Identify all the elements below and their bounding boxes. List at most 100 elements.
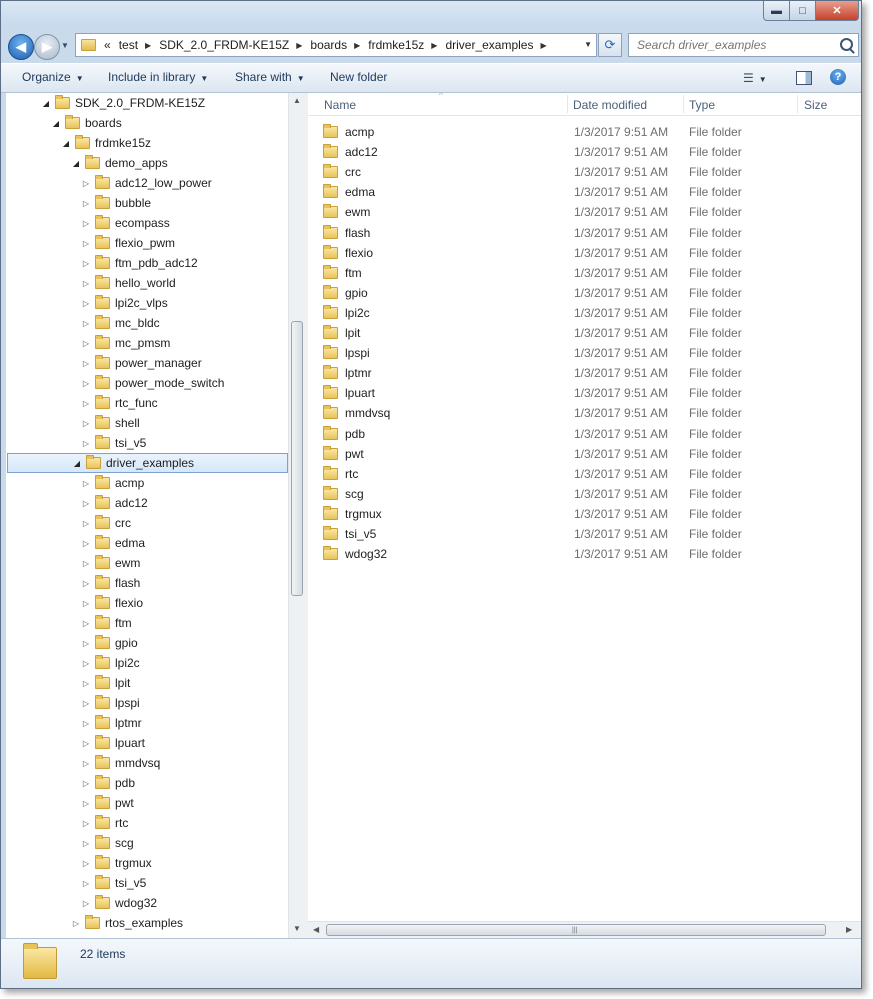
tree-item[interactable]: ▷ rtos_examples bbox=[71, 913, 183, 933]
tree-item[interactable]: ▷ lptmr bbox=[81, 713, 142, 733]
tree-item[interactable]: ▷ ftm bbox=[81, 613, 132, 633]
collapsed-triangle-icon[interactable]: ▷ bbox=[81, 199, 91, 208]
column-divider[interactable] bbox=[797, 95, 798, 113]
tree-item[interactable]: ▷ lpi2c_vlps bbox=[81, 293, 168, 313]
collapsed-triangle-icon[interactable]: ▷ bbox=[81, 659, 91, 668]
breadcrumb-sdk[interactable]: SDK_2.0_FRDM-KE15Z bbox=[159, 38, 289, 52]
column-divider[interactable] bbox=[567, 95, 568, 113]
help-button[interactable]: ? bbox=[830, 69, 846, 85]
address-dropdown-icon[interactable]: ▼ bbox=[584, 40, 592, 49]
tree-item[interactable]: ▷ ftm_pdb_adc12 bbox=[81, 253, 198, 273]
collapsed-triangle-icon[interactable]: ▷ bbox=[81, 379, 91, 388]
collapsed-triangle-icon[interactable]: ▷ bbox=[81, 859, 91, 868]
tree-item[interactable]: ▷ lpspi bbox=[81, 693, 140, 713]
share-with-button[interactable]: Share with ▼ bbox=[235, 70, 305, 84]
file-row[interactable]: wdog32 1/3/2017 9:51 AM File folder bbox=[308, 544, 861, 564]
collapsed-triangle-icon[interactable]: ▷ bbox=[81, 759, 91, 768]
collapsed-triangle-icon[interactable]: ▷ bbox=[81, 339, 91, 348]
tree-item[interactable]: ▷ mc_pmsm bbox=[81, 333, 170, 353]
file-row[interactable]: lpuart 1/3/2017 9:51 AM File folder bbox=[308, 383, 861, 403]
collapsed-triangle-icon[interactable]: ▷ bbox=[81, 399, 91, 408]
file-row[interactable]: scg 1/3/2017 9:51 AM File folder bbox=[308, 484, 861, 504]
file-row[interactable]: pdb 1/3/2017 9:51 AM File folder bbox=[308, 424, 861, 444]
column-header-date-modified[interactable]: Date modified bbox=[573, 98, 647, 112]
breadcrumb-frdmke15z[interactable]: frdmke15z bbox=[368, 38, 424, 52]
expanded-triangle-icon[interactable]: ◢ bbox=[51, 119, 61, 128]
scroll-down-icon[interactable]: ▼ bbox=[293, 924, 301, 933]
file-list-horizontal-scrollbar[interactable]: ◀ ||| ▶ bbox=[308, 921, 861, 939]
expanded-triangle-icon[interactable]: ◢ bbox=[72, 459, 82, 468]
file-row[interactable]: lpspi 1/3/2017 9:51 AM File folder bbox=[308, 343, 861, 363]
minimize-button[interactable]: ▬ bbox=[763, 1, 790, 21]
breadcrumb-separator-icon[interactable]: ▶ bbox=[296, 41, 302, 50]
tree-item[interactable]: ▷ rtc_func bbox=[81, 393, 158, 413]
collapsed-triangle-icon[interactable]: ▷ bbox=[81, 279, 91, 288]
tree-item[interactable]: ▷ power_manager bbox=[81, 353, 202, 373]
file-row[interactable]: adc12 1/3/2017 9:51 AM File folder bbox=[308, 142, 861, 162]
tree-item[interactable]: ▷ lpuart bbox=[81, 733, 145, 753]
file-row[interactable]: acmp 1/3/2017 9:51 AM File folder bbox=[308, 122, 861, 142]
collapsed-triangle-icon[interactable]: ▷ bbox=[81, 319, 91, 328]
close-button[interactable]: ✕ bbox=[815, 1, 859, 21]
collapsed-triangle-icon[interactable]: ▷ bbox=[81, 359, 91, 368]
tree-item[interactable]: ◢ boards bbox=[51, 113, 122, 133]
maximize-button[interactable]: □ bbox=[789, 1, 816, 21]
collapsed-triangle-icon[interactable]: ▷ bbox=[81, 739, 91, 748]
preview-pane-button[interactable] bbox=[796, 71, 812, 85]
scroll-left-icon[interactable]: ◀ bbox=[313, 925, 319, 934]
breadcrumb-boards[interactable]: boards bbox=[310, 38, 347, 52]
tree-item[interactable]: ▷ mmdvsq bbox=[81, 753, 160, 773]
file-row[interactable]: lpi2c 1/3/2017 9:51 AM File folder bbox=[308, 303, 861, 323]
collapsed-triangle-icon[interactable]: ▷ bbox=[81, 219, 91, 228]
tree-item[interactable]: ▷ pwt bbox=[81, 793, 134, 813]
tree-item[interactable]: ▷ tsi_v5 bbox=[81, 433, 146, 453]
collapsed-triangle-icon[interactable]: ▷ bbox=[81, 599, 91, 608]
tree-item[interactable]: ▷ pdb bbox=[81, 773, 135, 793]
collapsed-triangle-icon[interactable]: ▷ bbox=[81, 879, 91, 888]
tree-item[interactable]: ▷ lpit bbox=[81, 673, 130, 693]
breadcrumb-driver-examples[interactable]: driver_examples bbox=[445, 38, 533, 52]
column-header-name[interactable]: Name bbox=[324, 98, 356, 112]
collapsed-triangle-icon[interactable]: ▷ bbox=[81, 559, 91, 568]
search-box[interactable] bbox=[628, 33, 859, 57]
file-row[interactable]: crc 1/3/2017 9:51 AM File folder bbox=[308, 162, 861, 182]
scroll-thumb[interactable] bbox=[291, 321, 303, 596]
tree-item[interactable]: ▷ trgmux bbox=[81, 853, 152, 873]
breadcrumb-separator-icon[interactable]: ▶ bbox=[145, 41, 151, 50]
scroll-right-icon[interactable]: ▶ bbox=[846, 925, 852, 934]
tree-item[interactable]: ▷ ecompass bbox=[81, 213, 170, 233]
collapsed-triangle-icon[interactable]: ▷ bbox=[81, 799, 91, 808]
tree-item[interactable]: ▷ edma bbox=[81, 533, 145, 553]
file-row[interactable]: trgmux 1/3/2017 9:51 AM File folder bbox=[308, 504, 861, 524]
forward-button[interactable]: ▶ bbox=[34, 34, 60, 60]
tree-item[interactable]: ▷ lpi2c bbox=[81, 653, 140, 673]
collapsed-triangle-icon[interactable]: ▷ bbox=[81, 699, 91, 708]
file-row[interactable]: lpit 1/3/2017 9:51 AM File folder bbox=[308, 323, 861, 343]
expanded-triangle-icon[interactable]: ◢ bbox=[41, 99, 51, 108]
collapsed-triangle-icon[interactable]: ▷ bbox=[81, 899, 91, 908]
scroll-thumb[interactable]: ||| bbox=[326, 924, 826, 936]
collapsed-triangle-icon[interactable]: ▷ bbox=[81, 819, 91, 828]
breadcrumb-separator-icon[interactable]: ▶ bbox=[354, 41, 360, 50]
change-view-button[interactable]: ☰ ▼ bbox=[743, 71, 767, 85]
collapsed-triangle-icon[interactable]: ▷ bbox=[81, 539, 91, 548]
search-input[interactable] bbox=[635, 37, 839, 53]
file-row[interactable]: flash 1/3/2017 9:51 AM File folder bbox=[308, 223, 861, 243]
tree-item[interactable]: ▷ flexio bbox=[81, 593, 143, 613]
tree-item[interactable]: ▷ hello_world bbox=[81, 273, 176, 293]
collapsed-triangle-icon[interactable]: ▷ bbox=[81, 619, 91, 628]
tree-item[interactable]: ▷ gpio bbox=[81, 633, 138, 653]
back-button[interactable]: ◀ bbox=[8, 34, 34, 60]
collapsed-triangle-icon[interactable]: ▷ bbox=[81, 839, 91, 848]
tree-item[interactable]: ▷ crc bbox=[81, 513, 131, 533]
navigation-pane-scrollbar[interactable]: ▲ ▼ bbox=[288, 93, 306, 938]
refresh-button[interactable]: ⟳ bbox=[598, 33, 622, 57]
organize-button[interactable]: Organize ▼ bbox=[22, 70, 84, 84]
collapsed-triangle-icon[interactable]: ▷ bbox=[81, 639, 91, 648]
tree-item[interactable]: ▷ flexio_pwm bbox=[81, 233, 175, 253]
collapsed-triangle-icon[interactable]: ▷ bbox=[81, 579, 91, 588]
tree-item[interactable]: ▷ mc_bldc bbox=[81, 313, 160, 333]
tree-item[interactable]: ▷ adc12 bbox=[81, 493, 148, 513]
file-row[interactable]: ewm 1/3/2017 9:51 AM File folder bbox=[308, 202, 861, 222]
collapsed-triangle-icon[interactable]: ▷ bbox=[81, 419, 91, 428]
